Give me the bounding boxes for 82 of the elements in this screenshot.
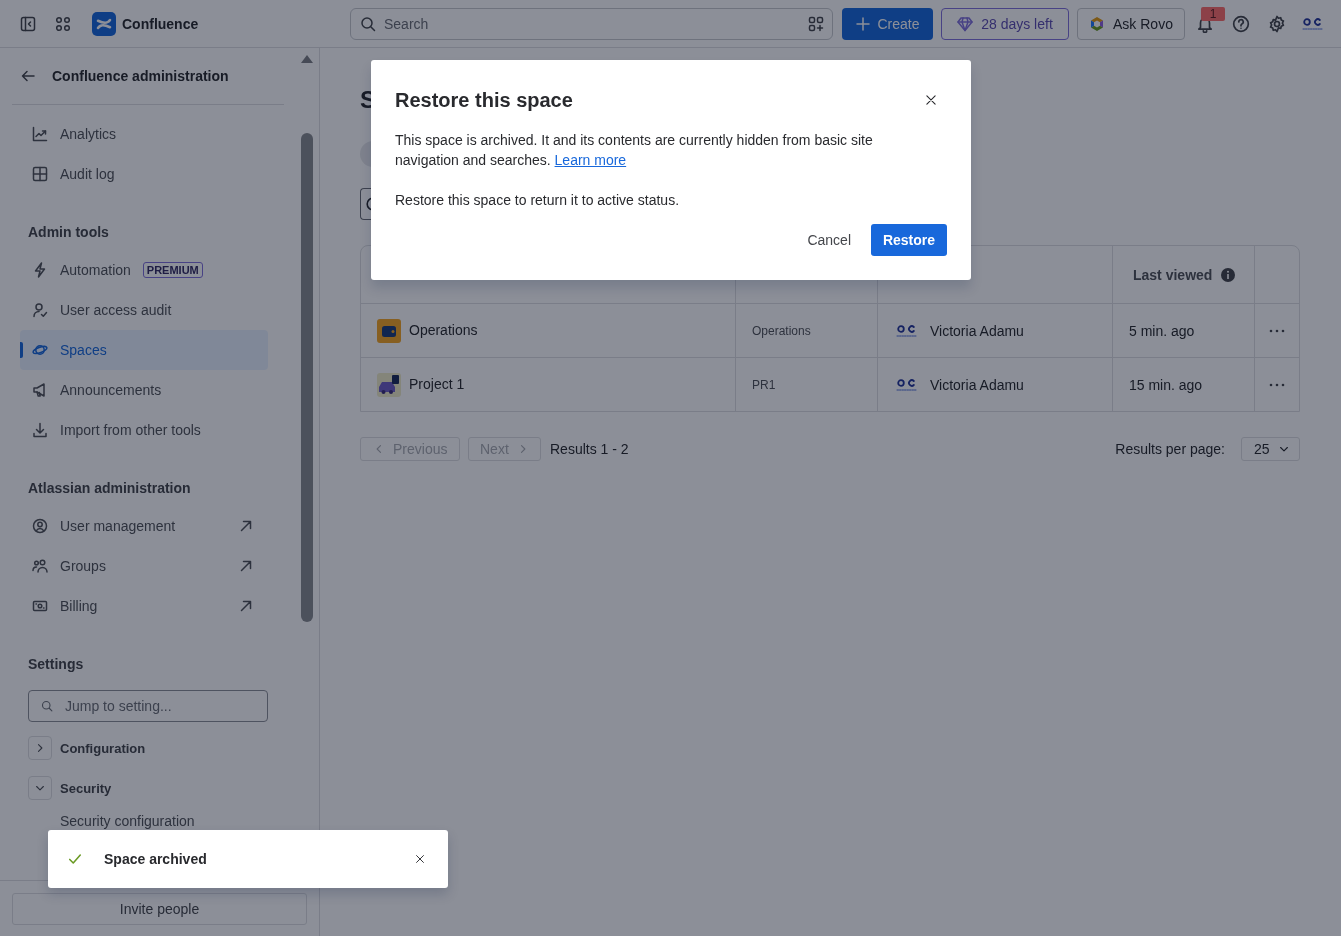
- sidebar-item[interactable]: Analytics: [20, 114, 268, 154]
- table-cell: 15 min. ago: [1113, 358, 1255, 411]
- section-heading: Admin tools: [27, 223, 110, 242]
- space-name-link[interactable]: Project 1: [409, 375, 465, 392]
- per-page-label: Results per page:: [1115, 441, 1225, 457]
- info-icon[interactable]: [1220, 266, 1237, 283]
- search-field[interactable]: Search: [350, 7, 833, 40]
- invite-people-button[interactable]: Invite people: [12, 893, 307, 925]
- user-avatar-icon: [896, 323, 918, 338]
- setting-search-field[interactable]: Jump to setting...: [28, 690, 268, 722]
- sidebar-item[interactable]: Groups: [20, 546, 268, 586]
- line-chart-icon: [32, 126, 48, 142]
- table-cell: Operations: [736, 304, 878, 357]
- grid-plus-icon[interactable]: [808, 15, 824, 32]
- search-icon: [41, 700, 53, 712]
- settings-group-label[interactable]: Configuration: [60, 740, 146, 756]
- scroll-up-arrow-icon[interactable]: [300, 54, 314, 64]
- back-arrow-icon[interactable]: [20, 68, 36, 84]
- sidebar-item[interactable]: User access audit: [20, 290, 268, 330]
- sidebar-panel-icon: [20, 15, 36, 32]
- dialog-note: Restore this space to return it to active status.: [395, 191, 681, 210]
- search-icon: [360, 15, 376, 32]
- sidebar-item[interactable]: Spaces: [20, 330, 268, 370]
- space-avatar-icon: [377, 318, 401, 343]
- sidebar-item[interactable]: User management: [20, 506, 268, 546]
- dialog-title: Restore this space: [395, 88, 573, 112]
- product-logo-icon: [92, 11, 116, 36]
- product-home-link[interactable]: Confluence: [92, 11, 199, 36]
- sidebar-title: Confluence administration: [52, 68, 229, 84]
- space-name-link[interactable]: Operations: [409, 321, 478, 338]
- scrollbar-thumb[interactable]: [301, 133, 313, 622]
- download-icon: [32, 422, 48, 438]
- plus-icon: [855, 15, 872, 32]
- more-icon: [1269, 382, 1285, 387]
- create-button[interactable]: Create: [842, 7, 933, 40]
- sidebar-item[interactable]: Automation PREMIUM: [20, 250, 268, 290]
- column-header[interactable]: Last viewed: [1133, 266, 1213, 283]
- expand-toggle-button[interactable]: [28, 736, 52, 760]
- banknote-icon: [32, 598, 48, 614]
- results-count: Results 1 - 2: [550, 441, 629, 457]
- settings-link[interactable]: Security configuration: [60, 813, 195, 829]
- planet-icon: [32, 342, 48, 358]
- lightning-icon: [32, 262, 48, 278]
- help-icon: [1232, 14, 1250, 33]
- user-avatar-icon: [896, 377, 918, 392]
- toast-message: Space archived: [104, 851, 207, 867]
- people-icon: [32, 558, 48, 574]
- user-name[interactable]: Victoria Adamu: [930, 322, 1024, 339]
- megaphone-icon: [32, 382, 48, 398]
- hexagon-logo-icon: [1089, 15, 1106, 32]
- close-icon: [925, 94, 937, 106]
- sidebar-item[interactable]: Audit log: [20, 154, 268, 194]
- profile-avatar-icon: [1302, 16, 1324, 31]
- per-page-select[interactable]: 25: [1241, 437, 1300, 461]
- user-circle-icon: [32, 518, 48, 534]
- trial-button[interactable]: 28 days left: [941, 7, 1069, 40]
- sidebar-item[interactable]: Billing: [20, 586, 268, 626]
- section-heading: Settings: [27, 655, 85, 674]
- table-cell: 5 min. ago: [1113, 304, 1255, 357]
- section-heading: Atlassian administration: [27, 479, 192, 498]
- expand-toggle-button[interactable]: [28, 776, 52, 800]
- cancel-button[interactable]: Cancel: [795, 224, 863, 256]
- restore-button[interactable]: Restore: [871, 224, 947, 256]
- ask-rovo-button[interactable]: Ask Rovo: [1077, 7, 1185, 40]
- sidebar-item[interactable]: Import from other tools: [20, 410, 268, 450]
- checkmark-icon: [68, 852, 82, 866]
- notification-badge: 1: [1201, 6, 1225, 21]
- more-icon: [1269, 328, 1285, 333]
- premium-badge: PREMIUM: [142, 262, 203, 278]
- settings-icon: [1268, 14, 1286, 33]
- user-check-icon: [32, 302, 48, 318]
- learn-more-link[interactable]: Learn more: [554, 152, 627, 168]
- dialog-message: This space is archived. It and its contents are currently hidden from basic site navigation and searches. Learn more: [395, 131, 874, 170]
- app-grid-icon: [55, 15, 71, 32]
- user-name[interactable]: Victoria Adamu: [930, 376, 1024, 393]
- space-avatar-icon: [377, 372, 401, 397]
- settings-group-label[interactable]: Security: [60, 780, 112, 796]
- table-grid-icon: [32, 166, 48, 182]
- sidebar-item[interactable]: Announcements: [20, 370, 268, 410]
- table-cell: PR1: [736, 358, 878, 411]
- gem-icon: [957, 15, 974, 32]
- close-icon: [415, 854, 425, 864]
